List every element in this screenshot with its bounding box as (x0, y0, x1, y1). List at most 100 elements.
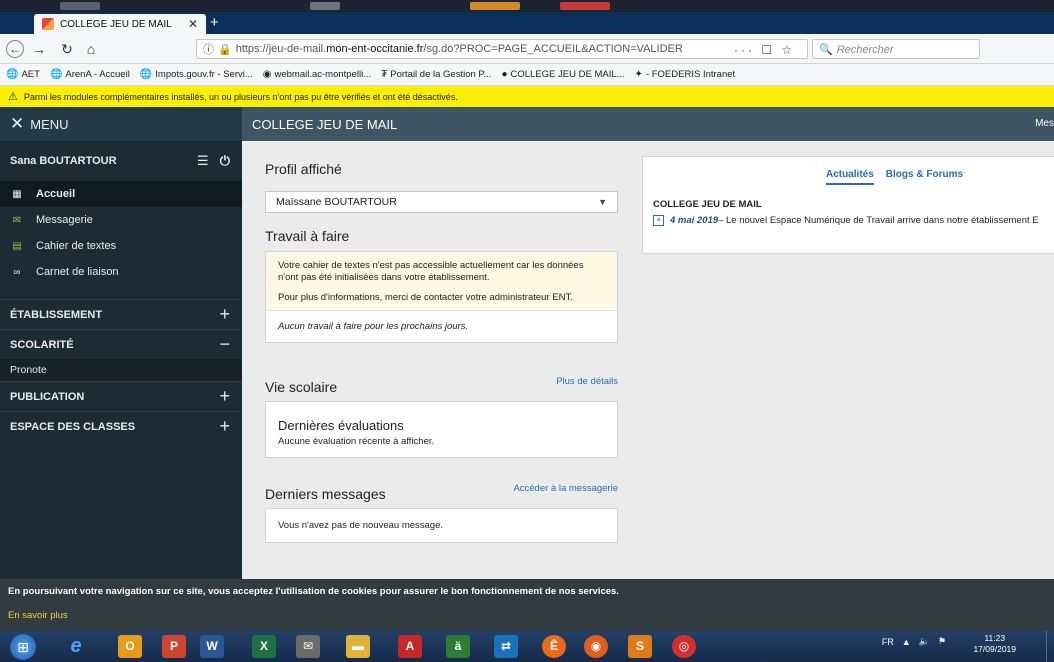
ent-app: ✕ MENU Sana BOUTARTOUR ☰ ⏻ ▦ Accueil ✉ M… (0, 107, 1054, 579)
bookmark-icon: 🌐 (49, 69, 63, 80)
settings-icon[interactable]: ☰ (197, 153, 209, 168)
bookmark-icon: 🌐 (6, 69, 19, 80)
expand-icon[interactable]: + (219, 304, 230, 325)
tray-up-icon[interactable]: ▲ (902, 637, 911, 647)
profil-value: Maïssane BOUTARTOUR (276, 196, 397, 208)
tab-actualites[interactable]: Actualités (826, 169, 874, 185)
sidebar: ✕ MENU Sana BOUTARTOUR ☰ ⏻ ▦ Accueil ✉ M… (0, 107, 242, 579)
volume-icon[interactable]: 🔈 (919, 636, 930, 647)
sidebar-item-carnet-de-liaison[interactable]: ∞ Carnet de liaison (0, 259, 242, 285)
travail-title: Travail à faire (265, 228, 350, 244)
cookie-banner: En poursuivant votre navigation sur ce s… (0, 579, 1054, 631)
reload-button[interactable]: ↻ (58, 40, 76, 58)
news-org: COLLEGE JEU DE MAIL (653, 199, 762, 210)
section-etablissement[interactable]: ÉTABLISSEMENT + (0, 299, 242, 329)
section-label: SCOLARITÉ (10, 338, 74, 351)
close-menu-icon[interactable]: ✕ (10, 114, 24, 134)
mail-app-icon[interactable]: ✉ (296, 635, 320, 658)
news-tabs: Actualités Blogs & Forums (826, 169, 963, 185)
app-icon[interactable]: ä (446, 635, 470, 658)
bookmark-label: ArenA - Accueil (65, 69, 130, 80)
teamviewer-icon[interactable]: ⇄ (494, 635, 518, 658)
section-espace-des-classes[interactable]: ESPACE DES CLASSES + (0, 411, 242, 441)
travail-empty: Aucun travail à faire pour les prochains… (278, 321, 469, 332)
profil-select[interactable]: Maïssane BOUTARTOUR ▼ (265, 191, 618, 213)
plus-details-link[interactable]: Plus de détails (556, 376, 618, 387)
bookmark-item[interactable]: 🌐 Impots.gouv.fr - Servi... (140, 69, 253, 80)
outlook-icon[interactable]: O (118, 635, 142, 658)
pdf-reader-icon[interactable]: A (398, 635, 422, 658)
sidebar-item-accueil[interactable]: ▦ Accueil (0, 181, 242, 207)
info-icon[interactable]: ⓘ (203, 41, 214, 57)
messages-card: Vous n'avez pas de nouveau message. (265, 508, 618, 543)
section-publication[interactable]: PUBLICATION + (0, 381, 242, 411)
tab-title: COLLEGE JEU DE MAIL (60, 18, 172, 30)
url-domain: mon-ent-occitanie.fr (326, 43, 424, 55)
browser-tabbar: COLLEGE JEU DE MAIL ✕ + (0, 12, 1054, 34)
header-right-link[interactable]: Mes (1035, 118, 1054, 129)
bookmarks-bar: 🌐 AET 🌐 ArenA - Accueil 🌐 Impots.gouv.fr - Se… (0, 64, 1054, 86)
eval-text: Aucune évaluation récente à afficher. (278, 436, 435, 447)
bookmark-item[interactable]: 🌐 AET (6, 69, 40, 80)
bookmark-item[interactable]: 🌐 ArenA - Accueil (50, 69, 130, 80)
new-tab-button[interactable]: + (210, 15, 219, 31)
user-name: Sana BOUTARTOUR (10, 155, 117, 167)
forward-button[interactable]: → (30, 40, 48, 58)
app-header: COLLEGE JEU DE MAIL Mes (242, 107, 1054, 141)
bookmark-item[interactable]: ₮ Portail de la Gestion P... (381, 69, 491, 80)
menu-toggle[interactable]: ✕ MENU (0, 107, 242, 141)
clock-date: 17/09/2019 (973, 644, 1016, 654)
bookmark-label: COLLEGE JEU DE MAIL... (510, 69, 625, 80)
cookie-text: En poursuivant votre navigation sur ce s… (8, 586, 619, 597)
messages-text: Vous n'avez pas de nouveau message. (278, 520, 444, 531)
addon-warning-bar: ⚠ Parmi les modules complémentaires inst… (0, 86, 1054, 107)
lock-icon: 🔒 (218, 43, 232, 56)
collapse-icon[interactable]: − (219, 334, 230, 355)
school-title: COLLEGE JEU DE MAIL (252, 116, 398, 132)
word-icon[interactable]: W (200, 635, 224, 658)
news-item[interactable]: ≡ 4 mai 2019 – Le nouvel Espace Numériqu… (653, 215, 1039, 226)
app-icon[interactable]: ◎ (672, 635, 696, 658)
en-savoir-plus-link[interactable]: En savoir plus (8, 610, 68, 621)
powerpoint-icon[interactable]: P (162, 635, 186, 658)
expand-icon[interactable]: + (219, 386, 230, 407)
search-input[interactable]: 🔍 Rechercher (812, 39, 980, 59)
power-icon[interactable]: ⏻ (220, 153, 230, 168)
notebook-icon: ▤ (12, 240, 22, 252)
sidebar-item-pronote[interactable]: Pronote (0, 359, 242, 381)
excel-icon[interactable]: X (252, 635, 276, 658)
url-suffix: /sg.do?PROC=PAGE_ACCUEIL&ACTION=VALIDER (423, 43, 683, 55)
back-button[interactable]: ← (6, 40, 24, 58)
close-tab-icon[interactable]: ✕ (188, 17, 198, 31)
bookmark-item[interactable]: ● COLLEGE JEU DE MAIL... (501, 69, 624, 80)
app-icon[interactable]: S (628, 635, 652, 658)
expand-icon[interactable]: + (219, 416, 230, 437)
language-indicator[interactable]: FR (882, 637, 894, 647)
bookmark-item[interactable]: ✦ - FOEDERIS Intranet (635, 69, 736, 80)
app-icon[interactable]: Ê (542, 635, 566, 658)
home-button[interactable]: ⌂ (82, 40, 100, 58)
browser-tab[interactable]: COLLEGE JEU DE MAIL ✕ (34, 14, 206, 34)
tab-blogs-forums[interactable]: Blogs & Forums (886, 169, 963, 185)
sidebar-item-label: Carnet de liaison (36, 266, 119, 278)
bookmark-item[interactable]: ◉ webmail.ac-montpelli... (263, 69, 371, 80)
url-bar[interactable]: ⓘ 🔒 https://jeu-de-mail. mon-ent-occitani… (196, 39, 808, 59)
bookmark-label: - FOEDERIS Intranet (645, 69, 736, 80)
page-actions-icons[interactable]: ··· ☐ ☆ (734, 43, 795, 57)
acceder-messagerie-link[interactable]: Accéder à la messagerie (513, 483, 618, 494)
sidebar-item-messagerie[interactable]: ✉ Messagerie (0, 207, 242, 233)
news-text: – Le nouvel Espace Numérique de Travail … (718, 215, 1039, 226)
profil-title: Profil affiché (265, 161, 342, 177)
folder-icon[interactable]: ▬ (346, 635, 370, 658)
section-label: ÉTABLISSEMENT (10, 308, 103, 321)
start-button[interactable]: ⊞ (10, 634, 36, 660)
bookmark-label: Impots.gouv.fr - Servi... (155, 69, 253, 80)
section-scolarite[interactable]: SCOLARITÉ − (0, 329, 242, 359)
sidebar-item-cahier-de-textes[interactable]: ▤ Cahier de textes (0, 233, 242, 259)
firefox-icon[interactable]: ◉ (584, 635, 608, 658)
bookmark-label: webmail.ac-montpelli... (274, 69, 372, 80)
flag-icon[interactable]: ⚑ (938, 636, 946, 647)
clock[interactable]: 11:23 17/09/2019 (973, 633, 1016, 655)
show-desktop-button[interactable] (1046, 631, 1054, 662)
internet-explorer-icon[interactable]: e (64, 635, 88, 658)
